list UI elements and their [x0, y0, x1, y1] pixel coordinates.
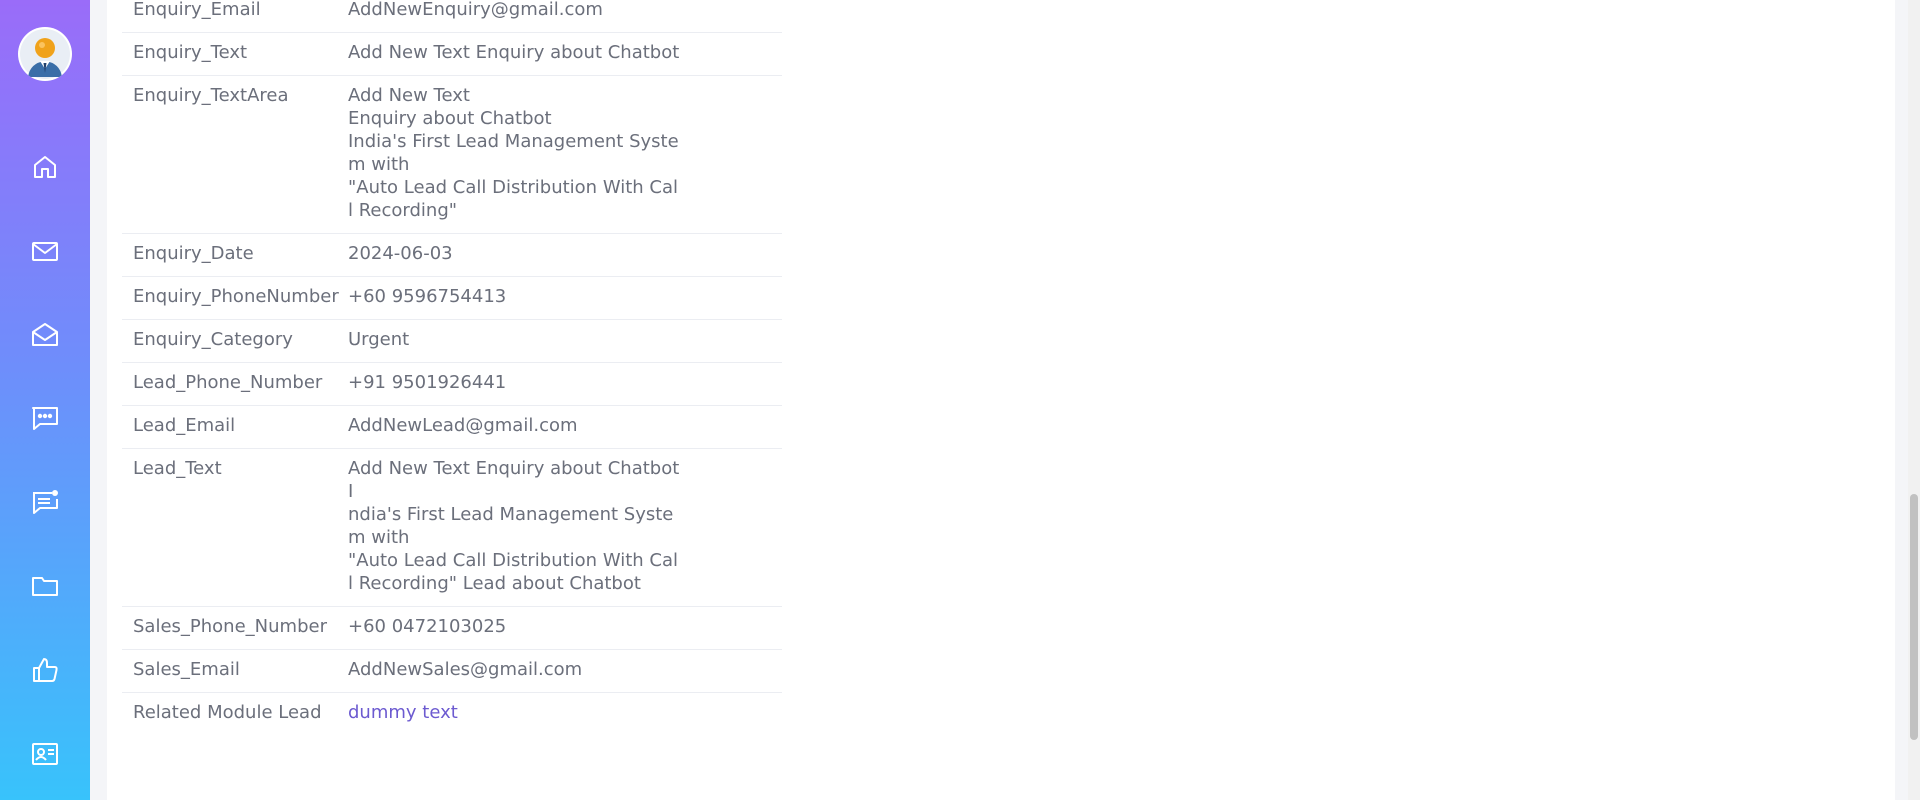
- field-value: Add New Text Enquiry about Chatbot India…: [348, 85, 679, 221]
- field-value: +91 9501926441: [348, 372, 507, 393]
- field-value: AddNewEnquiry@gmail.com: [348, 0, 603, 20]
- field-value: AddNewSales@gmail.com: [348, 659, 583, 680]
- field-label: Enquiry_TextArea: [133, 85, 289, 106]
- folder-icon: [32, 577, 58, 596]
- sidebar-item-home[interactable]: [20, 142, 70, 192]
- field-label: Enquiry_Category: [133, 329, 293, 350]
- field-value: Add New Text Enquiry about Chatbot: [348, 42, 680, 63]
- table-row: Lead_Phone_Number +91 9501926441: [122, 363, 782, 406]
- field-value: 2024-06-03: [348, 243, 453, 264]
- main-content: Enquiry_Email AddNewEnquiry@gmail.com En…: [107, 0, 1895, 800]
- page-scrollbar[interactable]: [1908, 0, 1920, 800]
- field-label: Enquiry_PhoneNumber: [133, 286, 339, 307]
- table-row: Enquiry_PhoneNumber +60 9596754413: [122, 277, 782, 320]
- table-row: Related Module Lead dummy text: [122, 693, 782, 735]
- table-row: Lead_Email AddNewLead@gmail.com: [122, 406, 782, 449]
- table-row: Lead_Text Add New Text Enquiry about Cha…: [122, 449, 782, 607]
- field-value: Urgent: [348, 329, 410, 350]
- field-label: Enquiry_Text: [133, 42, 248, 63]
- sidebar-item-contacts[interactable]: [20, 729, 70, 779]
- home-icon: [34, 156, 56, 178]
- sidebar-item-messages[interactable]: [20, 477, 70, 527]
- sidebar-item-mail[interactable]: [20, 226, 70, 276]
- avatar-icon: [20, 29, 70, 79]
- sidebar-item-folder[interactable]: [20, 561, 70, 611]
- field-value: AddNewLead@gmail.com: [348, 415, 578, 436]
- field-label: Enquiry_Email: [133, 0, 261, 20]
- table-row: Enquiry_Text Add New Text Enquiry about …: [122, 33, 782, 76]
- message-notification-icon: [33, 490, 58, 514]
- table-row: Enquiry_Category Urgent: [122, 320, 782, 363]
- field-label: Lead_Phone_Number: [133, 372, 323, 393]
- related-module-link[interactable]: dummy text: [348, 701, 688, 724]
- sidebar-item-likes[interactable]: [20, 645, 70, 695]
- mail-open-icon: [32, 323, 58, 346]
- table-row: Enquiry_Date 2024-06-03: [122, 234, 782, 277]
- details-table: Enquiry_Email AddNewEnquiry@gmail.com En…: [122, 0, 782, 735]
- table-row: Enquiry_TextArea Add New Text Enquiry ab…: [122, 76, 782, 234]
- field-label: Related Module Lead: [133, 702, 322, 723]
- contact-card-icon: [32, 743, 58, 765]
- field-label: Enquiry_Date: [133, 243, 254, 264]
- table-row: Enquiry_Email AddNewEnquiry@gmail.com: [122, 0, 782, 33]
- sidebar-item-mail-open[interactable]: [20, 310, 70, 360]
- scrollbar-thumb[interactable]: [1910, 494, 1918, 740]
- sidebar: [0, 0, 90, 800]
- chat-icon: [32, 407, 58, 430]
- field-value: +60 9596754413: [348, 286, 507, 307]
- mail-icon: [32, 242, 58, 261]
- sidebar-item-chat[interactable]: [20, 393, 70, 443]
- table-row: Sales_Email AddNewSales@gmail.com: [122, 650, 782, 693]
- field-label: Lead_Email: [133, 415, 236, 436]
- field-label: Sales_Phone_Number: [133, 616, 327, 637]
- user-avatar[interactable]: [18, 27, 72, 81]
- table-row: Sales_Phone_Number +60 0472103025: [122, 607, 782, 650]
- field-value: Add New Text Enquiry about Chatbot I ndi…: [348, 458, 680, 594]
- field-value: +60 0472103025: [348, 616, 507, 637]
- field-label: Lead_Text: [133, 458, 222, 479]
- thumbs-up-icon: [33, 658, 58, 682]
- field-label: Sales_Email: [133, 659, 240, 680]
